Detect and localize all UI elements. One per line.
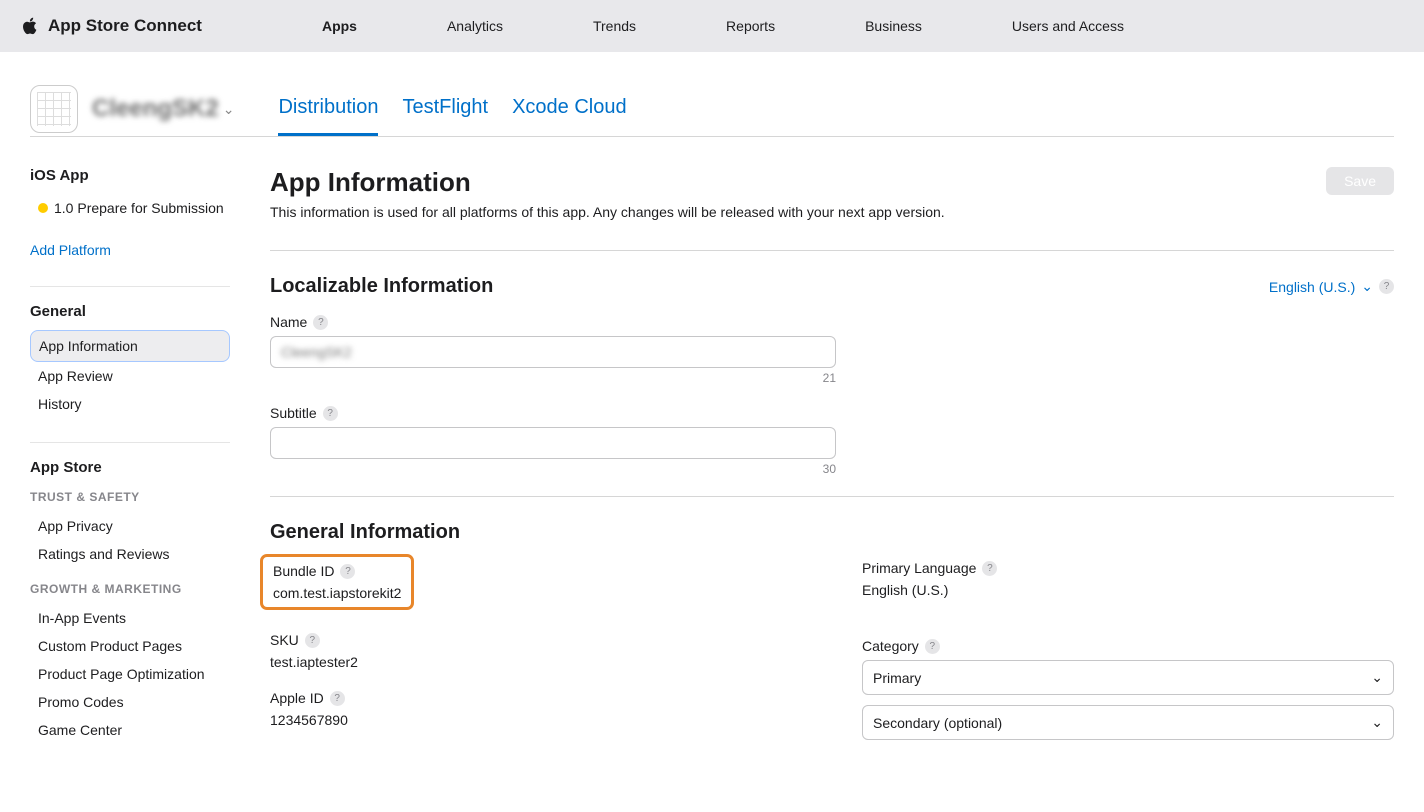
help-icon[interactable]: ?	[340, 564, 355, 579]
primary-category-select[interactable]: Primary ⌄	[862, 660, 1394, 695]
sidebar-trust-safety-label: TRUST & SAFETY	[30, 490, 230, 504]
main-content: App Information This information is used…	[270, 167, 1394, 768]
help-icon[interactable]: ?	[313, 315, 328, 330]
sidebar-status-text: 1.0 Prepare for Submission	[54, 200, 224, 216]
chevron-down-icon: ⌄	[1371, 669, 1383, 686]
bundle-id-value: com.test.iapstorekit2	[273, 585, 401, 601]
apple-logo-icon	[20, 16, 40, 36]
divider	[30, 442, 230, 443]
sidebar-item-label: In-App Events	[38, 610, 126, 626]
language-selector[interactable]: English (U.S.) ⌄ ?	[1269, 278, 1394, 295]
sidebar-item-label: App Information	[39, 338, 138, 354]
divider	[30, 286, 230, 287]
main-tabs: Distribution TestFlight Xcode Cloud	[278, 82, 626, 136]
chevron-down-icon: ⌄	[1361, 278, 1373, 295]
topnav-analytics[interactable]: Analytics	[447, 18, 503, 34]
sidebar-item-app-information[interactable]: App Information	[30, 330, 230, 362]
localizable-info-title: Localizable Information	[270, 275, 493, 298]
help-icon[interactable]: ?	[982, 561, 997, 576]
sku-value: test.iaptester2	[270, 654, 802, 670]
bundle-id-highlight: Bundle ID ? com.test.iapstorekit2	[260, 554, 414, 610]
subtitle-charcount: 30	[270, 462, 836, 476]
divider	[270, 250, 1394, 251]
brand[interactable]: App Store Connect	[20, 16, 202, 36]
category-label: Category	[862, 638, 919, 654]
topnav-reports[interactable]: Reports	[726, 18, 775, 34]
help-icon[interactable]: ?	[305, 633, 320, 648]
help-icon[interactable]: ?	[330, 691, 345, 706]
general-info-title: General Information	[270, 521, 1394, 544]
primary-language-label: Primary Language	[862, 560, 976, 576]
sidebar-item-game-center[interactable]: Game Center	[30, 716, 230, 744]
name-value-blurred: CleengSK2	[281, 344, 352, 360]
language-label: English (U.S.)	[1269, 279, 1355, 295]
subtitle-label: Subtitle	[270, 405, 317, 421]
sidebar-item-label: Custom Product Pages	[38, 638, 182, 654]
topnav-users[interactable]: Users and Access	[1012, 18, 1124, 34]
sidebar-item-label: Game Center	[38, 722, 122, 738]
sidebar-item-custom-product-pages[interactable]: Custom Product Pages	[30, 632, 230, 660]
chevron-down-icon: ⌄	[1371, 714, 1383, 731]
app-name: CleengSK2	[92, 95, 219, 123]
primary-language-value: English (U.S.)	[862, 582, 1394, 598]
bundle-id-label: Bundle ID	[273, 563, 334, 579]
sidebar-item-label: Ratings and Reviews	[38, 546, 170, 562]
sidebar-version-status[interactable]: 1.0 Prepare for Submission	[30, 194, 230, 222]
subtitle-input[interactable]	[270, 427, 836, 459]
name-input[interactable]: CleengSK2	[270, 336, 836, 368]
sidebar-item-in-app-events[interactable]: In-App Events	[30, 604, 230, 632]
sidebar-item-promo-codes[interactable]: Promo Codes	[30, 688, 230, 716]
apple-id-value: 1234567890	[270, 712, 802, 728]
topnav-apps[interactable]: Apps	[322, 18, 357, 34]
sidebar-item-app-privacy[interactable]: App Privacy	[30, 512, 230, 540]
app-header: CleengSK2 ⌄ Distribution TestFlight Xcod…	[30, 52, 1394, 137]
topnav-business[interactable]: Business	[865, 18, 922, 34]
sidebar-item-label: App Privacy	[38, 518, 113, 534]
apple-id-label: Apple ID	[270, 690, 324, 706]
tab-testflight[interactable]: TestFlight	[402, 82, 488, 136]
sidebar-item-history[interactable]: History	[30, 390, 230, 418]
sidebar-ios-app-title: iOS App	[30, 167, 230, 184]
sidebar-item-label: Product Page Optimization	[38, 666, 205, 682]
primary-category-value: Primary	[873, 670, 921, 686]
secondary-category-value: Secondary (optional)	[873, 715, 1002, 731]
help-icon[interactable]: ?	[1379, 279, 1394, 294]
topnav: Apps Analytics Trends Reports Business U…	[322, 18, 1124, 34]
sidebar-item-label: App Review	[38, 368, 113, 384]
sidebar-general-title: General	[30, 303, 230, 320]
add-platform-link[interactable]: Add Platform	[30, 238, 230, 262]
tab-distribution[interactable]: Distribution	[278, 82, 378, 136]
status-dot-icon	[38, 203, 48, 213]
topnav-trends[interactable]: Trends	[593, 18, 636, 34]
sidebar-item-product-page-optimization[interactable]: Product Page Optimization	[30, 660, 230, 688]
divider	[270, 496, 1394, 497]
name-label: Name	[270, 314, 307, 330]
sidebar-item-app-review[interactable]: App Review	[30, 362, 230, 390]
chevron-down-icon[interactable]: ⌄	[223, 101, 235, 118]
secondary-category-select[interactable]: Secondary (optional) ⌄	[862, 705, 1394, 740]
sidebar-growth-label: GROWTH & MARKETING	[30, 582, 230, 596]
brand-text: App Store Connect	[48, 16, 202, 36]
sidebar-item-ratings-reviews[interactable]: Ratings and Reviews	[30, 540, 230, 568]
sidebar-item-label: History	[38, 396, 82, 412]
save-button[interactable]: Save	[1326, 167, 1394, 195]
page-title: App Information	[270, 167, 945, 198]
sidebar-item-label: Promo Codes	[38, 694, 124, 710]
help-icon[interactable]: ?	[323, 406, 338, 421]
sidebar-appstore-title: App Store	[30, 459, 230, 476]
help-icon[interactable]: ?	[925, 639, 940, 654]
topbar: App Store Connect Apps Analytics Trends …	[0, 0, 1424, 52]
sku-label: SKU	[270, 632, 299, 648]
tab-xcode-cloud[interactable]: Xcode Cloud	[512, 82, 627, 136]
app-icon-placeholder	[30, 85, 78, 133]
sidebar: iOS App 1.0 Prepare for Submission Add P…	[30, 167, 230, 768]
page-description: This information is used for all platfor…	[270, 204, 945, 220]
name-charcount: 21	[270, 371, 836, 385]
